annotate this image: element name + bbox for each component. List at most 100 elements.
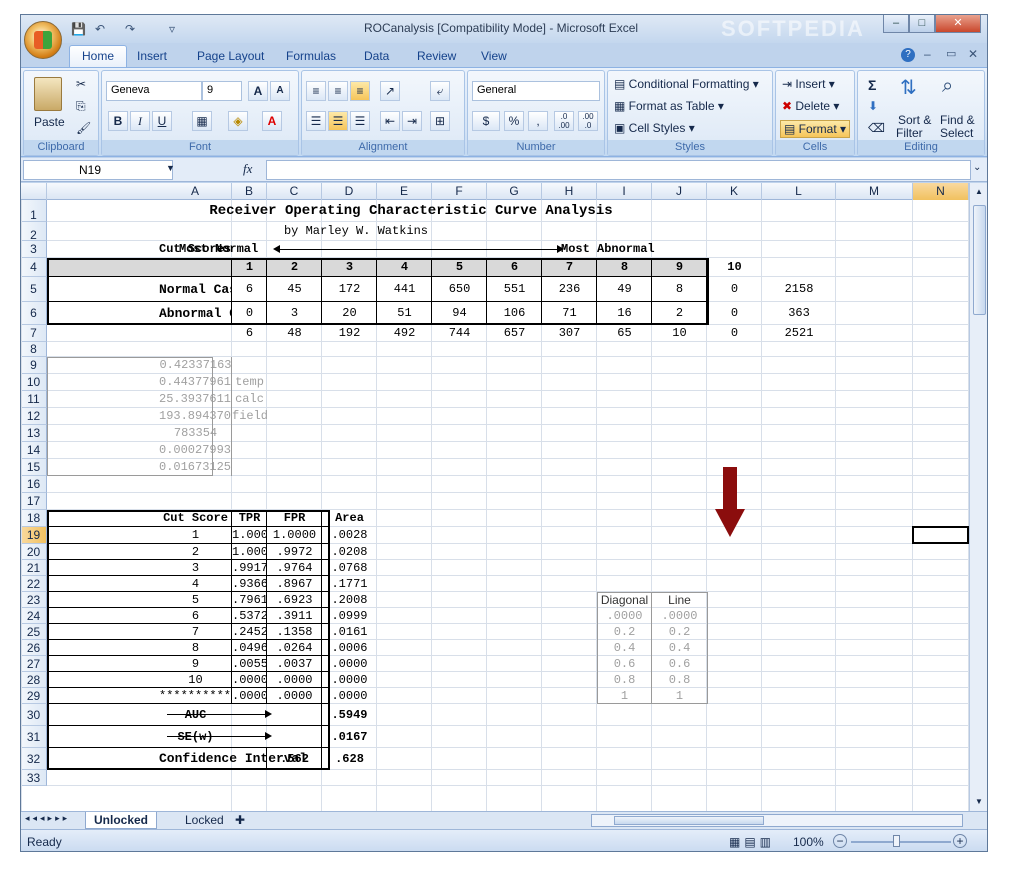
column-header-b[interactable]: B — [232, 183, 267, 200]
help-icon[interactable]: ? — [901, 48, 915, 62]
align-middle-icon[interactable]: ≡ — [328, 81, 348, 101]
name-box-dropdown-icon[interactable]: ▼ — [166, 163, 175, 173]
align-left-icon[interactable]: ☰ — [306, 111, 326, 131]
name-box[interactable]: N19 — [23, 160, 173, 180]
minimize-button[interactable]: – — [883, 15, 909, 33]
delete-cells-button[interactable]: ✖ Delete ▾ — [782, 99, 839, 113]
row-header-4[interactable]: 4 — [21, 258, 47, 277]
sort-filter-icon[interactable]: ⇅ — [900, 75, 917, 100]
row-header-11[interactable]: 11 — [21, 391, 47, 408]
align-right-icon[interactable]: ☰ — [350, 111, 370, 131]
format-as-table-button[interactable]: ▦ Format as Table ▾ — [614, 99, 724, 113]
tab-review[interactable]: Review — [417, 49, 456, 63]
vertical-scrollbar[interactable]: ▲ ▼ — [969, 183, 987, 811]
row-header-18[interactable]: 18 — [21, 510, 47, 527]
font-name-box[interactable]: Geneva — [106, 81, 202, 101]
font-color-icon[interactable]: A — [262, 111, 282, 131]
cell-styles-button[interactable]: ▣ Cell Styles ▾ — [614, 121, 695, 135]
decrease-indent-icon[interactable]: ⇤ — [380, 111, 400, 131]
row-header-3[interactable]: 3 — [21, 241, 47, 258]
redo-icon[interactable]: ↷ — [125, 22, 135, 36]
format-cells-button[interactable]: ▤ Format ▾ — [780, 120, 851, 138]
column-header-f[interactable]: F — [432, 183, 487, 200]
column-header-k[interactable]: K — [707, 183, 762, 200]
scroll-down-icon[interactable]: ▼ — [975, 797, 983, 806]
bold-button[interactable]: B — [108, 111, 128, 131]
column-header-e[interactable]: E — [377, 183, 432, 200]
sheet-tab-locked[interactable]: Locked — [177, 812, 232, 829]
paste-icon[interactable] — [34, 77, 62, 111]
font-size-box[interactable]: 9 — [202, 81, 242, 101]
grow-font-button[interactable]: A — [248, 81, 268, 101]
tab-view[interactable]: View — [481, 49, 507, 63]
find-select-icon[interactable]: ⌕ — [942, 75, 953, 98]
sort-filter-label[interactable]: Sort & — [898, 113, 931, 127]
customize-qat-icon[interactable]: ▿ — [169, 22, 175, 36]
row-header-12[interactable]: 12 — [21, 408, 47, 425]
find-select-label-2[interactable]: Select — [940, 126, 973, 140]
column-header-d[interactable]: D — [322, 183, 377, 200]
shrink-font-button[interactable]: A — [270, 81, 290, 101]
align-center-icon[interactable]: ☰ — [328, 111, 348, 131]
maximize-button[interactable]: □ — [909, 15, 935, 33]
column-header-j[interactable]: J — [652, 183, 707, 200]
zoom-level[interactable]: 100% — [793, 835, 824, 849]
insert-function-icon[interactable]: fx — [243, 161, 252, 177]
row-header-6[interactable]: 6 — [21, 302, 47, 325]
close-button[interactable]: ✕ — [935, 15, 981, 33]
office-button[interactable] — [24, 21, 62, 59]
new-sheet-icon[interactable]: ✚ — [227, 812, 253, 829]
row-header-16[interactable]: 16 — [21, 476, 47, 493]
merge-center-icon[interactable]: ⊞ — [430, 111, 450, 131]
conditional-formatting-button[interactable]: ▤ Conditional Formatting ▾ — [614, 77, 759, 91]
sheet-nav-icons[interactable]: ◂◂◂▸▸▸ — [25, 813, 70, 824]
paste-button[interactable]: Paste — [34, 115, 65, 129]
selected-cell-n19[interactable] — [912, 526, 969, 544]
row-header-33[interactable]: 33 — [21, 770, 47, 786]
expand-formula-bar-icon[interactable]: ⌄ — [973, 162, 981, 173]
row-header-20[interactable]: 20 — [21, 544, 47, 560]
row-header-17[interactable]: 17 — [21, 493, 47, 510]
row-header-14[interactable]: 14 — [21, 442, 47, 459]
orientation-icon[interactable]: ↗ — [380, 81, 400, 101]
column-header-a[interactable]: A — [159, 183, 232, 200]
row-header-28[interactable]: 28 — [21, 672, 47, 688]
align-top-icon[interactable]: ≡ — [306, 81, 326, 101]
zoom-in-icon[interactable]: + — [953, 834, 967, 848]
wrap-text-icon[interactable]: ⤶ — [430, 81, 450, 101]
column-header-h[interactable]: H — [542, 183, 597, 200]
horizontal-scroll-thumb[interactable] — [614, 816, 764, 825]
borders-icon[interactable]: ▦ — [192, 111, 212, 131]
zoom-slider[interactable] — [851, 841, 951, 843]
row-header-10[interactable]: 10 — [21, 374, 47, 391]
column-header-i[interactable]: I — [597, 183, 652, 200]
find-select-label[interactable]: Find & — [940, 113, 975, 127]
row-header-24[interactable]: 24 — [21, 608, 47, 624]
ribbon-minimize-icon[interactable]: – — [924, 47, 931, 61]
column-header-c[interactable]: C — [267, 183, 322, 200]
sheet-tab-unlocked[interactable]: Unlocked — [85, 812, 158, 829]
row-header-27[interactable]: 27 — [21, 656, 47, 672]
autosum-icon[interactable]: Σ — [868, 77, 876, 93]
sort-filter-label-2[interactable]: Filter — [896, 126, 923, 140]
select-all-corner[interactable] — [21, 183, 47, 200]
save-icon[interactable]: 💾 — [71, 22, 86, 36]
column-header-m[interactable]: M — [836, 183, 913, 200]
tab-home[interactable]: Home — [69, 45, 128, 69]
clear-icon[interactable]: ⌫ — [868, 121, 885, 135]
insert-cells-button[interactable]: ⇥ Insert ▾ — [782, 77, 835, 91]
row-header-9[interactable]: 9 — [21, 357, 47, 374]
align-bottom-icon[interactable]: ≡ — [350, 81, 370, 101]
row-header-26[interactable]: 26 — [21, 640, 47, 656]
zoom-slider-thumb[interactable] — [893, 835, 900, 847]
row-header-2[interactable]: 2 — [21, 222, 47, 242]
column-header-n[interactable]: N — [913, 183, 969, 200]
fill-color-icon[interactable]: ◈ — [228, 111, 248, 131]
row-header-1[interactable]: 1 — [21, 200, 47, 222]
row-header-32[interactable]: 32 — [21, 748, 47, 770]
percent-button[interactable]: % — [504, 111, 524, 131]
ribbon-close-icon[interactable]: ✕ — [968, 47, 978, 61]
column-header-l[interactable]: L — [762, 183, 836, 200]
row-header-7[interactable]: 7 — [21, 325, 47, 342]
horizontal-scrollbar[interactable] — [591, 814, 963, 827]
